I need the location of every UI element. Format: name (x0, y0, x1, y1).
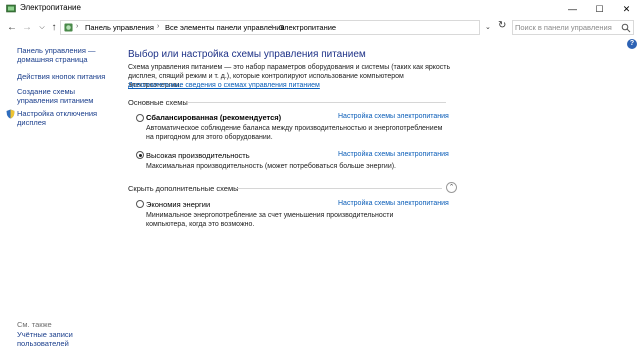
breadcrumb-all-items[interactable]: Все элементы панели управления (165, 23, 284, 32)
divider (188, 102, 446, 103)
help-icon[interactable]: ? (627, 39, 637, 49)
forward-button[interactable]: → (21, 21, 33, 35)
chevron-up-icon[interactable]: ⌃ (446, 182, 457, 193)
more-info-link[interactable]: Дополнительные сведения о схемах управле… (128, 82, 320, 89)
plan-desc-high-performance: Максимальная производительность (может п… (146, 163, 397, 170)
window-title: Электропитание (20, 3, 81, 12)
plan-settings-link-balanced[interactable]: Настройка схемы электропитания (338, 113, 449, 120)
plan-name-balanced[interactable]: Сбалансированная (рекомендуется) (146, 113, 281, 122)
search-input[interactable] (515, 22, 615, 33)
minimize-button[interactable]: — (559, 0, 586, 18)
section-main-plans: Основные схемы (128, 98, 188, 107)
breadcrumb-control-panel[interactable]: Панель управления (85, 23, 154, 32)
sidebar-item-power-buttons[interactable]: Действия кнопок питания (17, 72, 117, 81)
close-button[interactable]: ✕ (613, 0, 640, 18)
search-icon[interactable] (621, 23, 631, 33)
address-bar[interactable]: › Панель управления › Все элементы панел… (60, 20, 480, 35)
back-button[interactable]: ← (6, 21, 18, 35)
sidebar-item-display-off[interactable]: Настройка отключения дисплея (17, 109, 117, 127)
sidebar-item-create-plan[interactable]: Создание схемы управления питанием (17, 87, 117, 105)
plan-name-power-saver[interactable]: Экономия энергии (146, 200, 210, 209)
radio-power-saver[interactable] (136, 200, 144, 208)
breadcrumb-separator: › (76, 23, 79, 30)
plan-desc-balanced: Автоматическое соблюдение баланса между … (146, 125, 443, 141)
see-also-heading: См. также (17, 320, 52, 329)
plan-settings-link-high-performance[interactable]: Настройка схемы электропитания (338, 151, 449, 158)
breadcrumb-separator: › (271, 23, 274, 30)
control-panel-icon (64, 23, 73, 32)
page-title: Выбор или настройка схемы управления пит… (128, 49, 366, 60)
breadcrumb-power-options[interactable]: Электропитание (279, 23, 336, 32)
plan-settings-link-power-saver[interactable]: Настройка схемы электропитания (338, 200, 449, 207)
title-bar: Электропитание — ☐ ✕ (0, 0, 640, 18)
chevron-down-icon[interactable]: ⌄ (485, 23, 491, 31)
radio-high-performance[interactable] (136, 151, 144, 159)
refresh-icon[interactable]: ↻ (498, 20, 506, 31)
up-button[interactable]: ↑ (48, 21, 60, 35)
radio-balanced[interactable] (136, 114, 144, 122)
divider (236, 188, 442, 189)
breadcrumb-separator: › (157, 23, 160, 30)
search-box[interactable] (512, 20, 634, 35)
plan-name-high-performance[interactable]: Высокая производительность (146, 151, 250, 160)
maximize-button[interactable]: ☐ (586, 0, 613, 18)
plan-desc-power-saver: Минимальное энергопотребление за счет ум… (146, 212, 394, 228)
sidebar-home-link[interactable]: Панель управления — домашняя страница (17, 46, 117, 64)
address-row: ← → ⌵ ↑ › Панель управления › Все элемен… (0, 18, 640, 38)
shield-icon (6, 109, 15, 119)
recent-locations-button[interactable]: ⌵ (36, 21, 48, 35)
power-options-icon (6, 4, 16, 13)
section-hide-additional[interactable]: Скрыть дополнительные схемы (128, 184, 239, 193)
sidebar-item-user-accounts[interactable]: Учётные записи пользователей (17, 330, 117, 348)
